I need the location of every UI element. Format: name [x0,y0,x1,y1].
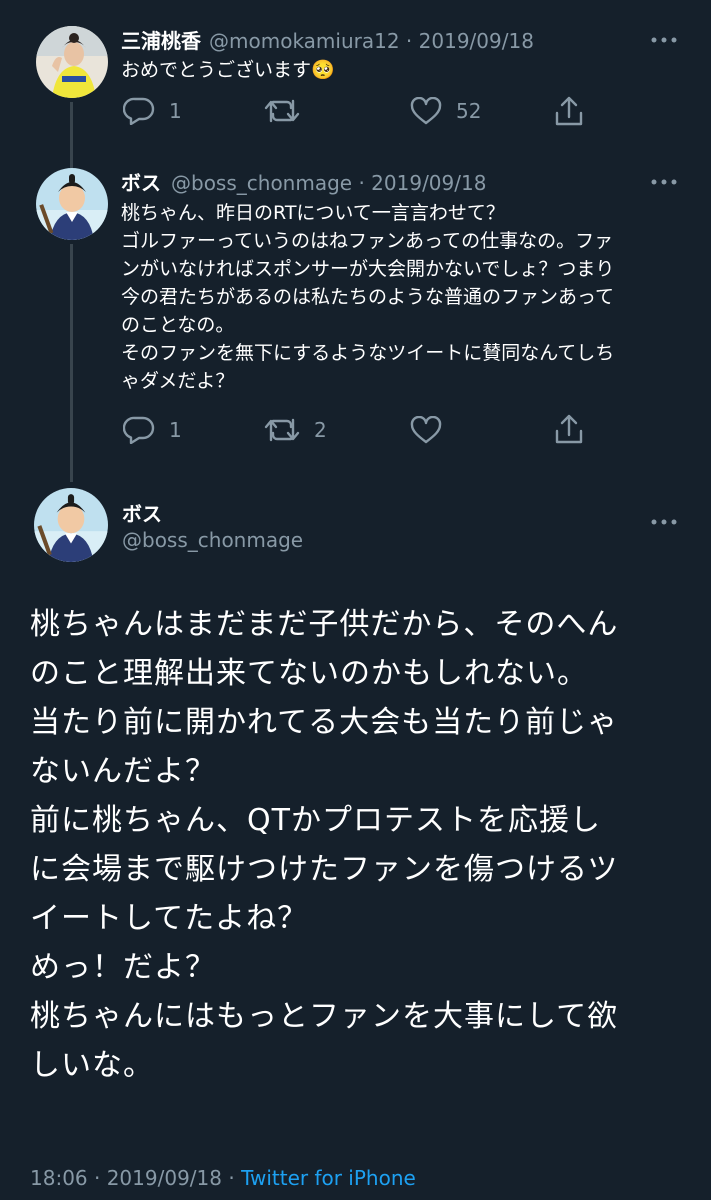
reply-button[interactable]: 1 [123,416,182,444]
more-icon[interactable] [650,168,678,193]
retweet-count: 2 [314,418,327,442]
tweet-text-line: 前に桃ちゃん、QTかプロテストを応援し [30,803,601,838]
reply-count: 1 [169,99,182,123]
retweet-icon [264,416,300,444]
retweet-button[interactable]: 2 [264,416,327,444]
reply-icon [123,97,155,125]
tweet-text-line: イートしてたよね？ [30,901,309,936]
reply-icon [123,416,155,444]
share-button[interactable] [554,413,584,445]
avatar-momoka[interactable] [36,26,108,98]
avatar-boss[interactable] [34,488,108,562]
share-button[interactable] [554,95,584,127]
like-count: 52 [456,99,482,123]
share-icon [554,95,584,127]
tweet-text-line: 桃ちゃんはまだまだ子供だから、そのへん [30,607,619,642]
tweet-text-line: ゃダメだよ？ [121,370,235,392]
heart-icon [410,416,442,444]
tweet-text-line: めっ！だよ？ [30,950,216,985]
like-button[interactable] [410,416,456,444]
tweet-text: 桃ちゃん、昨日のRTについて一言言わせて？ ゴルファーっていうのはねファンあって… [121,199,681,395]
share-icon [554,413,584,445]
more-icon[interactable] [650,508,678,533]
tweet-text-line: ないんだよ？ [30,754,216,789]
display-name[interactable]: ボス [122,498,162,527]
tweet-text: おめでとうございます🥺 [121,59,335,81]
main-tweet-text: 桃ちゃんはまだまだ子供だから、そのへん のこと理解出来てないのかもしれない。 当… [30,600,690,1090]
display-name[interactable]: ボス [121,167,161,196]
like-button[interactable]: 52 [410,97,481,125]
tweet-text-line: 今の君たちがあるのは私たちのような普通のファンあって [121,286,615,308]
tweet-text-line: ゴルファーっていうのはねファンあっての仕事なの。ファ [121,230,614,252]
tweet-text-line: に会場まで駆けつけたファンを傷つけるツ [30,852,619,887]
heart-icon [410,97,442,125]
time-date[interactable]: 18:06 · 2019/09/18 · [30,1166,241,1190]
thread-line [70,102,73,168]
avatar-boss[interactable] [36,168,108,240]
reply-button[interactable]: 1 [123,97,182,125]
tweet-text-line: ンがいなければスポンサーが大会開かないでしょ？つまり [121,258,615,280]
tweet-timestamp: 18:06 · 2019/09/18 · Twitter for iPhone [30,1166,416,1190]
display-name[interactable]: 三浦桃香 [121,25,201,54]
tweet-text-line: のこと理解出来てないのかもしれない。 [30,656,588,691]
handle[interactable]: @boss_chonmage [122,528,303,552]
tweet-text-line: のことなの。 [121,314,235,336]
tweet-text-line: 当たり前に開かれてる大会も当たり前じゃ [30,705,619,740]
source-link[interactable]: Twitter for iPhone [241,1166,416,1190]
retweet-button[interactable] [264,97,314,125]
more-icon[interactable] [650,26,678,51]
tweet-text-line: 桃ちゃんにはもっとファンを大事にして欲 [30,999,619,1034]
tweet-text-line: しいな。 [30,1048,154,1083]
reply-count: 1 [169,418,182,442]
handle-date[interactable]: @boss_chonmage · 2019/09/18 [171,171,486,195]
tweet-text-line: 桃ちゃん、昨日のRTについて一言言わせて？ [121,202,505,224]
tweet-text-line: そのファンを無下にするようなツイートに賛同なんてしち [121,342,615,364]
retweet-icon [264,97,300,125]
handle-date[interactable]: @momokamiura12 · 2019/09/18 [209,29,534,53]
thread-line [70,244,73,482]
